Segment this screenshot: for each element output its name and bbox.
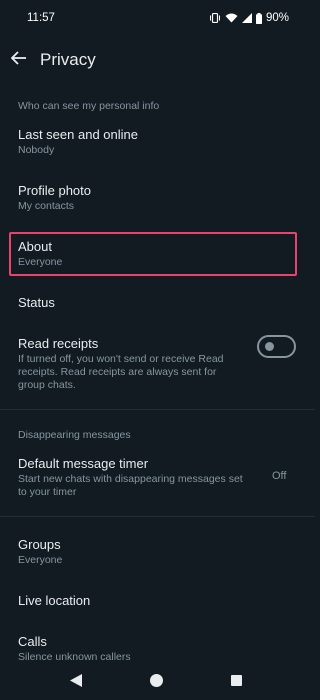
section-header-personal-info: Who can see my personal info: [18, 100, 160, 112]
profile-photo-value: My contacts: [18, 200, 75, 212]
default-timer-title: Default message timer: [18, 456, 149, 471]
last-seen-value: Nobody: [18, 144, 55, 156]
default-timer-value: Off: [272, 470, 287, 482]
toggle-knob: [265, 342, 274, 351]
read-receipts-desc-line: receipts. Read receipts are always sent …: [18, 366, 217, 378]
battery-percent: 90%: [265, 12, 289, 24]
last-seen-title: Last seen and online: [18, 127, 138, 142]
nav-recents-icon[interactable]: [231, 675, 242, 686]
system-nav-bar: [0, 660, 315, 700]
status-title: Status: [18, 295, 55, 310]
divider: [0, 516, 315, 517]
read-receipts-title: Read receipts: [18, 336, 99, 351]
read-receipts-desc-line: If turned off, you won't send or receive…: [18, 353, 224, 365]
about-highlight-box: [9, 232, 297, 276]
battery-icon: [255, 12, 262, 24]
status-time: 11:57: [27, 12, 55, 24]
divider: [0, 409, 315, 410]
nav-home-icon[interactable]: [150, 674, 163, 687]
status-bar: 11:57 90%: [0, 0, 315, 38]
profile-photo-title: Profile photo: [18, 183, 91, 198]
signal-icon: [241, 13, 252, 23]
calls-title: Calls: [18, 634, 47, 649]
about-title: About: [18, 239, 52, 254]
vibrate-icon: [209, 13, 221, 23]
default-timer-desc-line: to your timer: [18, 486, 77, 498]
status-icons: 90%: [209, 11, 289, 25]
about-value: Everyone: [18, 256, 63, 268]
page-title: Privacy: [40, 50, 96, 69]
arrow-left-icon[interactable]: [9, 48, 29, 68]
live-location-title: Live location: [18, 593, 91, 608]
section-header-disappearing: Disappearing messages: [18, 429, 131, 441]
nav-back-icon[interactable]: [70, 674, 82, 692]
default-timer-desc-line: Start new chats with disappearing messag…: [18, 473, 243, 485]
read-receipts-toggle[interactable]: [257, 335, 296, 358]
wifi-icon: [225, 13, 238, 23]
app-bar: Privacy: [0, 38, 315, 82]
groups-value: Everyone: [18, 554, 63, 566]
read-receipts-desc-line: group chats.: [18, 379, 76, 391]
groups-title: Groups: [18, 537, 61, 552]
